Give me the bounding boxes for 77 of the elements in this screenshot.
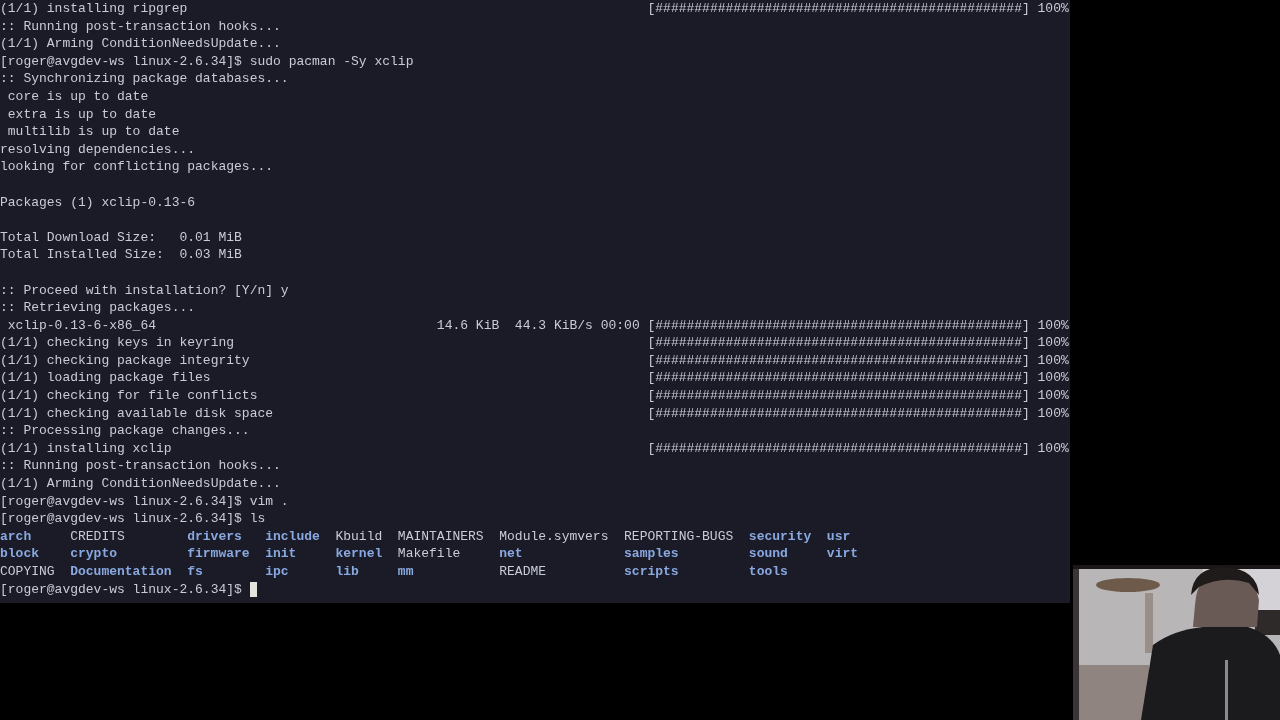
output-line: (1/1) installing ripgrep [0, 0, 188, 18]
directory-name: mm [397, 564, 414, 579]
output-line: Total Installed Size: 0.03 MiB [0, 246, 242, 264]
directory-name: net [499, 546, 523, 562]
directory-name: samples [624, 546, 679, 562]
directory-name: drivers [187, 528, 242, 544]
file-name: Makefile [397, 546, 461, 562]
progress-bar-text: [###############################################] [647, 439, 1030, 458]
progress-bar-text: [###############################################] [647, 387, 1030, 405]
progress-bar-text: [###############################################] [647, 351, 1030, 370]
progress-bar-text: [###############################################] [647, 334, 1030, 352]
command-text: sudo pacman -Sy xclip [249, 52, 414, 71]
prompt-text: [roger@avgdev-ws linux-2.6.34]$ [0, 580, 242, 599]
output-line: Packages (1) xclip-0.13-6 [0, 193, 196, 212]
output-line: (1/1) checking package integrity [0, 351, 250, 370]
output-line: looking for conflicting packages... [0, 158, 274, 176]
output-line: xclip-0.13-6-x86_64 [6, 316, 157, 335]
directory-name: scripts [624, 564, 679, 579]
file-name: Module.symvers [499, 528, 609, 544]
percent-text: 100% [1037, 351, 1069, 370]
directory-name: security [748, 528, 812, 544]
progress-bar-text: [###############################################] [647, 0, 1030, 18]
directory-name: firmware [187, 546, 250, 562]
directory-name: fs [187, 564, 203, 579]
output-line: :: Running post-transaction hooks... [0, 457, 281, 476]
prompt-text: [roger@avgdev-ws linux-2.6.34]$ [0, 510, 242, 528]
progress-bar-text: [###############################################] [647, 316, 1030, 335]
directory-name: lib [335, 564, 359, 579]
output-line: Total Download Size: 0.01 MiB [0, 228, 242, 247]
output-line: (1/1) checking for file conflicts [0, 387, 258, 405]
command-text: vim . [249, 492, 289, 511]
directory-name: kernel [335, 546, 383, 562]
directory-name: ipc [265, 564, 289, 579]
directory-name: arch [0, 528, 32, 544]
file-name: README [499, 564, 547, 579]
output-line: :: Synchronizing package databases... [0, 70, 289, 88]
output-line: (1/1) Arming ConditionNeedsUpdate... [0, 35, 281, 53]
percent-text: 100% [1037, 404, 1069, 423]
prompt-text: [roger@avgdev-ws linux-2.6.34]$ [0, 492, 242, 511]
directory-name: Documentation [70, 564, 172, 579]
directory-name: tools [748, 564, 788, 579]
file-name: CREDITS [70, 528, 125, 544]
file-name: Kbuild [335, 528, 383, 544]
directory-name: sound [748, 546, 788, 562]
output-line: resolving dependencies... [0, 140, 196, 159]
output-line: (1/1) Arming ConditionNeedsUpdate... [0, 475, 281, 493]
output-line: (1/1) loading package files [0, 369, 211, 388]
file-name: REPORTING-BUGS [624, 528, 734, 544]
output-line: (1/1) installing xclip [0, 439, 172, 458]
transfer-stats: 14.6 KiB 44.3 KiB/s 00:00 [436, 316, 641, 335]
output-line: (1/1) checking keys in keyring [0, 334, 235, 352]
command-text: ls [249, 510, 266, 528]
percent-text: 100% [1037, 316, 1069, 335]
percent-text: 100% [1037, 369, 1069, 388]
output-line: extra is up to date [6, 105, 157, 124]
directory-name: virt [826, 546, 859, 562]
directory-name: init [265, 546, 297, 562]
output-line: :: Proceed with installation? [Y/n] y [0, 281, 289, 300]
output-line: :: Processing package changes... [0, 422, 250, 440]
directory-name: usr [826, 528, 851, 544]
percent-text: 100% [1037, 334, 1069, 352]
output-line: :: Retrieving packages... [0, 299, 196, 317]
progress-bar-text: [###############################################] [647, 404, 1030, 423]
file-name: COPYING [0, 564, 55, 579]
output-line: :: Running post-transaction hooks... [0, 17, 281, 36]
directory-name: crypto [70, 546, 117, 562]
percent-text: 100% [1037, 387, 1069, 405]
prompt-text: [roger@avgdev-ws linux-2.6.34]$ [0, 52, 242, 71]
directory-name: include [265, 528, 320, 544]
percent-text: 100% [1037, 0, 1069, 18]
output-line: multilib is up to date [6, 123, 180, 141]
percent-text: 100% [1037, 439, 1069, 458]
progress-bar-text: [###############################################] [647, 369, 1030, 388]
output-line: (1/1) checking available disk space [0, 404, 274, 423]
output-line: core is up to date [6, 87, 149, 106]
directory-name: block [0, 546, 39, 562]
file-name: MAINTAINERS [397, 528, 484, 544]
